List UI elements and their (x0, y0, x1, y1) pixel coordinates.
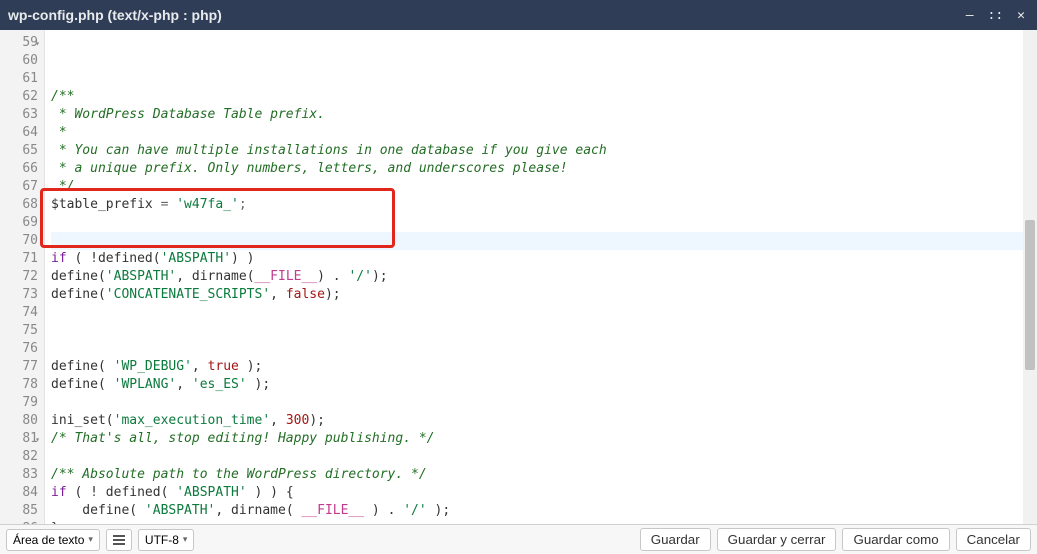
line-number: 74 (0, 304, 38, 322)
line-number: 80 (0, 412, 38, 430)
code-area[interactable]: /** * WordPress Database Table prefix. *… (45, 30, 1037, 524)
code-line[interactable]: define('CONCATENATE_SCRIPTS', false); (51, 286, 1037, 304)
code-line[interactable]: define( 'WPLANG', 'es_ES' ); (51, 376, 1037, 394)
line-number: 83 (0, 466, 38, 484)
line-number: 63 (0, 106, 38, 124)
code-line[interactable]: /** Absolute path to the WordPress direc… (51, 466, 1037, 484)
line-number: 82 (0, 448, 38, 466)
line-number: 81 (0, 430, 38, 448)
line-number: 68 (0, 196, 38, 214)
code-line[interactable]: /** (51, 88, 1037, 106)
code-line[interactable]: $table_prefix = 'w47fa_'; (51, 196, 1037, 214)
line-number: 84 (0, 484, 38, 502)
line-number: 76 (0, 340, 38, 358)
line-number: 69 (0, 214, 38, 232)
code-editor[interactable]: 5960616263646566676869707172737475767778… (0, 30, 1037, 524)
code-line[interactable]: define( 'ABSPATH', dirname( __FILE__ ) .… (51, 502, 1037, 520)
line-number: 64 (0, 124, 38, 142)
mode-label: Área de texto (13, 533, 84, 547)
code-line[interactable]: define( 'WP_DEBUG', true ); (51, 358, 1037, 376)
line-number: 65 (0, 142, 38, 160)
code-line[interactable] (51, 214, 1037, 232)
line-number: 59 (0, 34, 38, 52)
code-line[interactable]: * WordPress Database Table prefix. (51, 106, 1037, 124)
line-number: 77 (0, 358, 38, 376)
line-number: 79 (0, 394, 38, 412)
code-line[interactable]: * a unique prefix. Only numbers, letters… (51, 160, 1037, 178)
code-line[interactable] (51, 304, 1037, 322)
line-number: 75 (0, 322, 38, 340)
cancel-button[interactable]: Cancelar (956, 528, 1031, 551)
close-icon[interactable]: ✕ (1013, 6, 1029, 25)
line-number: 70 (0, 232, 38, 250)
chevron-down-icon: ▾ (183, 534, 188, 545)
save-and-close-button[interactable]: Guardar y cerrar (717, 528, 837, 551)
code-line[interactable]: /* That's all, stop editing! Happy publi… (51, 430, 1037, 448)
line-number: 73 (0, 286, 38, 304)
line-gutter: 5960616263646566676869707172737475767778… (0, 30, 45, 524)
line-number: 78 (0, 376, 38, 394)
window-controls: — :: ✕ (962, 6, 1029, 25)
window-title: wp-config.php (text/x-php : php) (8, 7, 222, 23)
mode-selector[interactable]: Área de texto ▾ (6, 529, 100, 551)
code-line[interactable] (51, 322, 1037, 340)
code-line[interactable]: */ (51, 178, 1037, 196)
line-number: 60 (0, 52, 38, 70)
menu-icon (113, 535, 125, 545)
code-line[interactable]: * (51, 124, 1037, 142)
editor-footer: Área de texto ▾ UTF-8 ▾ Guardar Guardar … (0, 524, 1037, 554)
code-line[interactable] (51, 394, 1037, 412)
code-line[interactable]: * You can have multiple installations in… (51, 142, 1037, 160)
vertical-scrollbar[interactable] (1023, 30, 1037, 524)
save-button[interactable]: Guardar (640, 528, 711, 551)
line-number: 85 (0, 502, 38, 520)
line-number: 72 (0, 268, 38, 286)
line-number: 67 (0, 178, 38, 196)
code-line[interactable]: define('ABSPATH', dirname(__FILE__) . '/… (51, 268, 1037, 286)
encoding-selector[interactable]: UTF-8 ▾ (138, 529, 195, 551)
line-number: 71 (0, 250, 38, 268)
scrollbar-thumb[interactable] (1025, 220, 1035, 370)
line-number: 66 (0, 160, 38, 178)
minimize-icon[interactable]: — (962, 6, 978, 25)
save-as-button[interactable]: Guardar como (842, 528, 949, 551)
line-number: 62 (0, 88, 38, 106)
line-number: 61 (0, 70, 38, 88)
code-line[interactable] (51, 448, 1037, 466)
chevron-down-icon: ▾ (88, 534, 93, 545)
code-line[interactable] (51, 232, 1037, 250)
code-line[interactable] (51, 340, 1037, 358)
window-titlebar: wp-config.php (text/x-php : php) — :: ✕ (0, 0, 1037, 30)
code-line[interactable]: if ( ! defined( 'ABSPATH' ) ) { (51, 484, 1037, 502)
code-line[interactable]: if ( !defined('ABSPATH') ) (51, 250, 1037, 268)
maximize-icon[interactable]: :: (984, 6, 1008, 25)
encoding-label: UTF-8 (145, 533, 179, 547)
code-line[interactable]: ini_set('max_execution_time', 300); (51, 412, 1037, 430)
settings-button[interactable] (106, 529, 132, 551)
